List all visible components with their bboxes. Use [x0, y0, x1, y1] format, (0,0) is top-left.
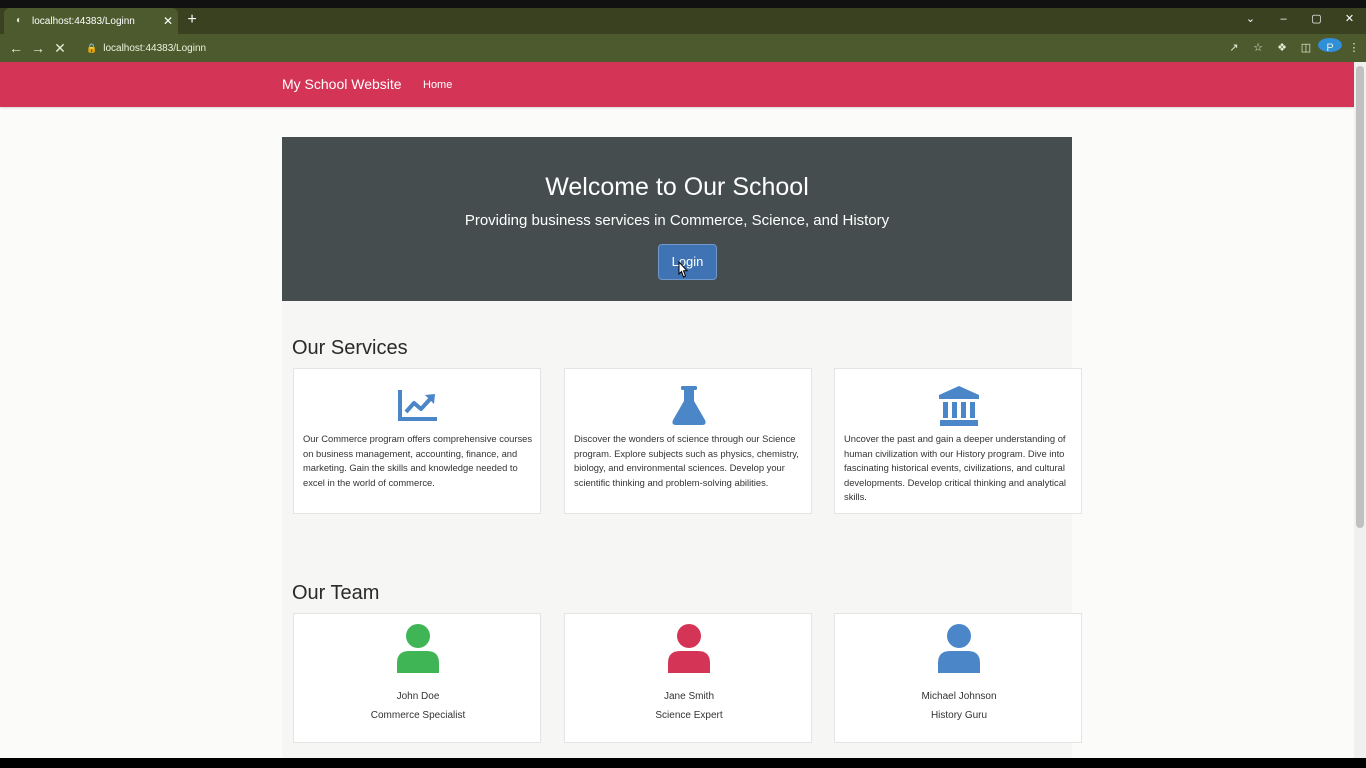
member-role: Science Expert	[655, 710, 723, 721]
chart-line-icon	[294, 387, 542, 423]
service-card-commerce: Our Commerce program offers comprehensiv…	[293, 368, 541, 514]
browser-toolbar: ↗ ☆ ❖ ◫ P ⋮	[1222, 38, 1366, 58]
user-avatar-icon	[294, 623, 542, 675]
back-icon[interactable]: ←	[6, 38, 26, 58]
member-role: History Guru	[930, 710, 988, 721]
user-avatar-icon	[835, 623, 1083, 675]
hero-banner: Welcome to Our School Providing business…	[282, 137, 1072, 301]
close-tab-icon[interactable]: ✕	[158, 14, 178, 28]
landmark-icon	[835, 385, 1083, 427]
nav-link-home[interactable]: Home	[423, 79, 452, 91]
extensions-puzzle-icon[interactable]: ❖	[1270, 38, 1294, 58]
member-name: Michael Johnson	[921, 691, 997, 702]
user-avatar-icon	[565, 623, 813, 675]
team-card: John Doe Commerce Specialist	[293, 613, 541, 743]
stop-loading-icon[interactable]: ✕	[50, 38, 70, 58]
url-text: localhost:44383/Loginn	[103, 42, 207, 54]
side-panel-icon[interactable]: ◫	[1294, 38, 1318, 58]
address-bar: ← → ✕ 🔒 localhost:44383/Loginn ↗ ☆ ❖ ◫ P…	[0, 34, 1366, 62]
window-controls: ⌄ – ▢ ✕	[1234, 8, 1366, 30]
services-heading: Our Services	[292, 337, 408, 359]
new-tab-button[interactable]: +	[184, 11, 200, 29]
member-role: Commerce Specialist	[370, 710, 466, 721]
member-name: Jane Smith	[663, 691, 715, 702]
team-card: Jane Smith Science Expert	[564, 613, 812, 743]
service-card-history: Uncover the past and gain a deeper under…	[834, 368, 1082, 514]
page-scrollbar[interactable]	[1354, 62, 1366, 758]
scrollbar-thumb[interactable]	[1356, 66, 1364, 528]
lock-icon[interactable]: 🔒	[86, 43, 97, 54]
service-description: Uncover the past and gain a deeper under…	[844, 433, 1066, 502]
member-name: John Doe	[396, 691, 440, 702]
maximize-button[interactable]: ▢	[1300, 8, 1333, 30]
service-description: Our Commerce program offers comprehensiv…	[303, 433, 533, 488]
tab-search-icon[interactable]: ⌄	[1234, 8, 1267, 30]
site-brand-link[interactable]: My School Website	[282, 76, 402, 92]
profile-avatar[interactable]: P	[1318, 38, 1342, 58]
tab-title: localhost:44383/Loginn	[32, 15, 135, 27]
service-card-science: Discover the wonders of science through …	[564, 368, 812, 514]
browser-window: ◐ localhost:44383/Loginn ✕ + ⌄ – ▢ ✕ ← →…	[0, 0, 1366, 758]
flask-icon	[565, 385, 813, 427]
close-window-button[interactable]: ✕	[1333, 8, 1366, 30]
service-description: Discover the wonders of science through …	[574, 433, 799, 488]
mouse-cursor-icon	[678, 261, 688, 278]
hero-subtitle: Providing business services in Commerce,…	[464, 212, 890, 229]
page-favicon-icon: ◐	[16, 15, 23, 26]
minimize-button[interactable]: –	[1267, 8, 1300, 30]
url-field[interactable]: 🔒 localhost:44383/Loginn	[78, 38, 1268, 58]
team-card: Michael Johnson History Guru	[834, 613, 1082, 743]
page-viewport: My School Website Home Welcome to Our Sc…	[0, 62, 1354, 758]
site-navbar: My School Website Home	[0, 62, 1354, 107]
menu-kebab-icon[interactable]: ⋮	[1342, 38, 1366, 58]
bookmark-star-icon[interactable]: ☆	[1246, 38, 1270, 58]
browser-tab[interactable]: ◐ localhost:44383/Loginn ✕	[4, 8, 178, 34]
team-heading: Our Team	[292, 582, 380, 604]
hero-title: Welcome to Our School	[545, 173, 809, 201]
forward-icon[interactable]: →	[28, 38, 48, 58]
share-icon[interactable]: ↗	[1222, 38, 1246, 58]
